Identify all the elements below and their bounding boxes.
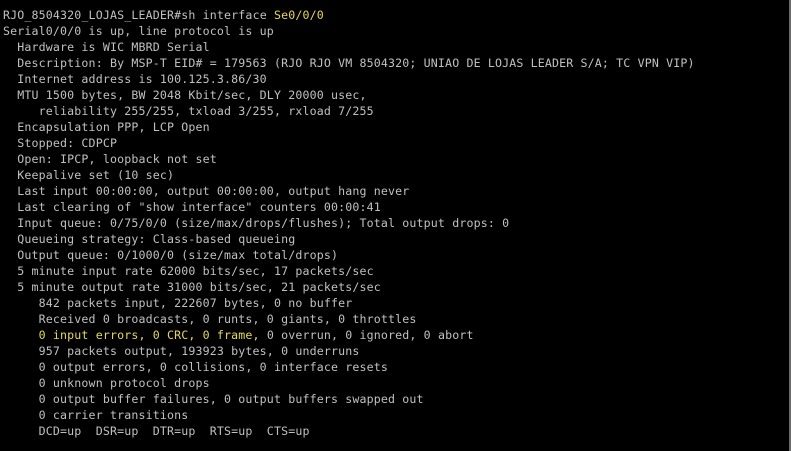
input-rate-line: 5 minute input rate 62000 bits/sec, 17 p… [3,264,374,278]
interface-argument: Se0/0/0 [273,8,324,22]
terminal-window[interactable]: RJO_8504320_LOJAS_LEADER#sh interface Se… [0,0,791,451]
input-errors-line: 0 input errors, 0 CRC, 0 frame, 0 overru… [3,327,791,343]
internet-address-line: Internet address is 100.125.3.86/30 [3,72,267,86]
signal-status-line: DCD=up DSR=up DTR=up RTS=up CTS=up [3,424,310,438]
input-errors-highlight: 0 input errors, 0 CRC, 0 frame, [3,328,260,342]
output-rate-line: 5 minute output rate 31000 bits/sec, 21 … [3,280,381,294]
command-text: sh interface [181,8,274,22]
packets-output-line: 957 packets output, 193923 bytes, 0 unde… [3,344,360,358]
output-errors-line: 0 output errors, 0 collisions, 0 interfa… [3,360,389,374]
last-input-line: Last input 00:00:00, output 00:00:00, ou… [3,184,410,198]
command-prompt-line: RJO_8504320_LOJAS_LEADER#sh interface Se… [3,7,791,23]
open-line: Open: IPCP, loopback not set [3,152,217,166]
queueing-strategy-line: Queueing strategy: Class-based queueing [3,232,296,246]
received-line: Received 0 broadcasts, 0 runts, 0 giants… [3,312,417,326]
hardware-line: Hardware is WIC MBRD Serial [3,40,210,54]
interface-status-line: Serial0/0/0 is up, line protocol is up [3,24,274,38]
unknown-protocol-drops-line: 0 unknown protocol drops [3,376,210,390]
packets-input-line: 842 packets input, 222607 bytes, 0 no bu… [3,296,353,310]
encapsulation-line: Encapsulation PPP, LCP Open [3,120,210,134]
mtu-line: MTU 1500 bytes, BW 2048 Kbit/sec, DLY 20… [3,88,367,102]
output-queue-line: Output queue: 0/1000/0 (size/max total/d… [3,248,339,262]
keepalive-line: Keepalive set (10 sec) [3,168,175,182]
carrier-transitions-line: 0 carrier transitions [3,408,189,422]
input-errors-rest: 0 overrun, 0 ignored, 0 abort [259,328,474,342]
description-line: Description: By MSP-T EID# = 179563 (RJO… [3,56,695,70]
input-queue-line: Input queue: 0/75/0/0 (size/max/drops/fl… [3,216,510,230]
last-clearing-line: Last clearing of "show interface" counte… [3,200,381,214]
output-buffer-failures-line: 0 output buffer failures, 0 output buffe… [3,392,424,406]
hostname-prompt: RJO_8504320_LOJAS_LEADER# [3,8,182,22]
reliability-line: reliability 255/255, txload 3/255, rxloa… [3,104,374,118]
stopped-line: Stopped: CDPCP [3,136,118,150]
